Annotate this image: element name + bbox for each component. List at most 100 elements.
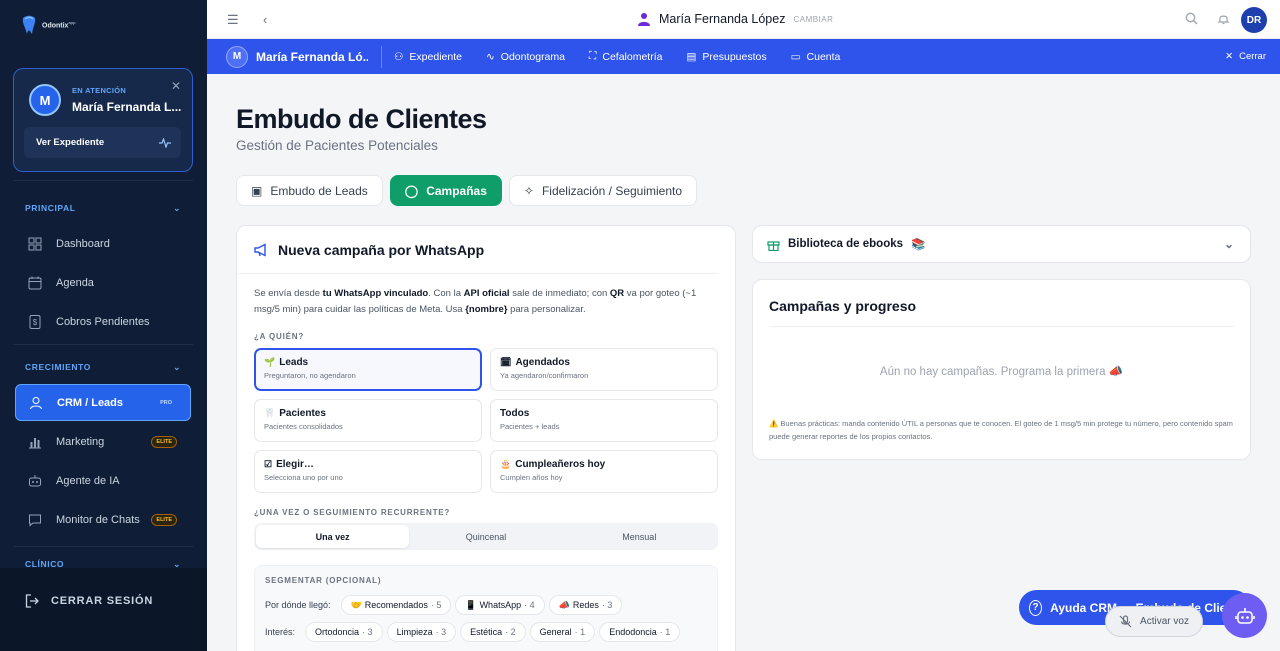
sidebar-item-label: CRM / Leads [57,396,124,409]
view-record-button[interactable]: Ver Expediente [24,127,181,158]
user-avatar[interactable]: DR [1241,7,1267,33]
logo-sup: app [68,20,76,26]
bot-icon [27,473,42,488]
chip-interest-endodoncia[interactable]: Endodoncia · 1 [599,622,681,642]
option-title: Elegir… [276,459,314,470]
link-presupuestos[interactable]: ▤ Presupuestos [686,51,766,63]
chip-interest-limpieza[interactable]: Limpieza · 3 [386,622,457,642]
interest-filter-row: Interés: Ortodoncia · 3 Limpieza · 3 Estét… [265,622,681,642]
audience-option-agendados[interactable]: 🗓 Agendados Ya agendaron/confirmaron [490,348,718,391]
audience-option-pacientes[interactable]: 🦷 Pacientes Pacientes consolidados [254,399,482,442]
patient-bar: M María Fernanda Ló... ⚇ Expediente ∿ Odon… [207,39,1280,74]
segment-label: SEGMENTAR (OPCIONAL) [265,576,382,585]
page-subtitle: Gestión de Pacientes Potenciales [236,138,438,153]
sidebar-item-dashboard[interactable]: Dashboard [15,225,191,262]
seedling-icon: 🌱 [264,357,276,367]
option-subtitle: Ya agendaron/confirmaron [500,371,589,380]
sidebar-item-agenda[interactable]: Agenda [15,264,191,301]
wallet-icon: ▭ [790,50,801,63]
bell-icon[interactable] [1217,12,1230,28]
link-odontograma[interactable]: ∿ Odontograma [486,51,565,63]
chip-count: · 1 [659,627,671,637]
chip-label: Limpieza [396,627,433,637]
new-campaign-card: Nueva campaña por WhatsApp Se envía desd… [236,225,736,651]
frequency-monthly[interactable]: Mensual [563,525,716,548]
attention-card: M EN ATENCIÓN María Fernanda L... ✕ Ver … [13,68,193,172]
menu-icon[interactable]: ☰ [227,12,239,28]
tab-label: Embudo de Leads [270,183,368,198]
interest-filter-label: Interés: [265,627,296,637]
tab-campanas[interactable]: ◯ Campañas [389,175,502,206]
sidebar-item-crm-leads[interactable]: CRM / Leads PRO [15,384,191,421]
option-title: Todos [500,408,530,419]
bar-chart-icon [27,434,42,449]
app-logo[interactable]: Odontixapp [20,14,76,36]
ebook-library-card[interactable]: Biblioteca de ebooks 📚 ⌄ [752,225,1251,263]
chip-label: Recomendados [364,600,428,610]
chip-label: General [539,627,572,637]
tab-embudo-leads[interactable]: ▣ Embudo de Leads [236,175,383,206]
chip-interest-ortodoncia[interactable]: Ortodoncia · 3 [305,622,383,642]
nav-group-crecimiento-header[interactable]: CRECIMIENTO ⌄ [13,352,193,382]
elite-badge: ELITE [151,435,177,448]
chip-label: Redes [572,600,599,610]
logo-text: Odontix [42,22,69,30]
audience-option-leads[interactable]: 🌱 Leads Preguntaron, no agendaron [254,348,482,391]
robot-icon [1234,607,1255,624]
back-icon[interactable]: ‹ [263,12,267,27]
nav-group-principal-title: PRINCIPAL [25,203,76,213]
link-cuenta[interactable]: ▭ Cuenta [791,51,841,63]
checkbox-icon: ☑ [264,459,273,469]
sidebar-item-agente-ia[interactable]: Agente de IA [15,462,191,499]
change-patient-link[interactable]: CAMBIAR [793,15,833,24]
patient-bar-name: María Fernanda Ló... [256,49,368,64]
option-subtitle: Pacientes consolidados [264,422,343,431]
desc-text: . Con la [428,288,464,299]
handshake-icon: 🤝 [350,599,362,610]
close-patient-button[interactable]: ✕ Cerrar [1225,51,1266,62]
sidebar-divider [13,344,193,345]
dashboard-icon [27,236,42,251]
gift-icon [767,240,780,251]
chat-icon [27,512,42,527]
sidebar-item-label: Marketing [56,435,105,448]
chip-source-whatsapp[interactable]: 📱 WhatsApp · 4 [455,595,545,615]
link-expediente[interactable]: ⚇ Expediente [394,51,462,63]
logout-label: CERRAR SESIÓN [51,595,154,607]
chip-source-recomendados[interactable]: 🤝 Recomendados · 5 [340,595,452,615]
current-patient[interactable]: María Fernanda López CAMBIAR [637,12,833,26]
activate-voice-button[interactable]: Activar voz [1105,606,1203,637]
audience-option-elegir[interactable]: ☑ Elegir… Selecciona uno por uno [254,450,482,493]
desc-bold: QR [609,288,625,299]
sidebar-item-cobros[interactable]: $ Cobros Pendientes [15,303,191,340]
close-icon[interactable]: ✕ [171,79,181,93]
chip-interest-estetica[interactable]: Estética · 2 [460,622,526,642]
source-filter-label: Por dónde llegó: [265,600,331,610]
phone-icon: 📱 [465,599,477,610]
audience-option-todos[interactable]: Todos Pacientes + leads [490,399,718,442]
tab-fidelizacion[interactable]: ✧ Fidelización / Seguimiento [508,175,698,206]
sidebar-item-marketing[interactable]: Marketing ELITE [15,423,191,460]
logout-button[interactable]: CERRAR SESIÓN [25,594,153,608]
audience-option-cumpleaneros[interactable]: 🎂 Cumpleañeros hoy Cumplen años hoy [490,450,718,493]
sidebar-divider [13,180,193,181]
desc-bold: API oficial [463,288,510,299]
link-cefalometria[interactable]: ⛶ Cefalometría [589,50,662,63]
chevron-down-icon[interactable]: ⌄ [1224,237,1234,251]
campaign-progress-card: Campañas y progreso Aún no hay campañas.… [752,279,1251,460]
sidebar-item-monitor-chats[interactable]: Monitor de Chats ELITE [15,501,191,538]
activity-icon [159,137,171,148]
nav-group-principal-header[interactable]: PRINCIPAL ⌄ [13,193,193,223]
logo-icon [22,15,36,34]
page-title: Embudo de Clientes [236,104,487,134]
frequency-once[interactable]: Una vez [256,525,410,548]
new-campaign-header: Nueva campaña por WhatsApp [237,226,719,274]
tab-label: Campañas [426,183,487,198]
assistant-bot-button[interactable] [1222,593,1267,638]
frequency-biweekly[interactable]: Quincenal [409,525,562,548]
nav-group-crecimiento: CRECIMIENTO ⌄ CRM / Leads PRO Marketing … [13,352,193,540]
chip-interest-general[interactable]: General · 1 [529,622,596,642]
link-odontograma-label: Odontograma [500,50,565,63]
chip-source-redes[interactable]: 📣 Redes · 3 [548,595,623,615]
search-icon[interactable] [1185,12,1198,28]
